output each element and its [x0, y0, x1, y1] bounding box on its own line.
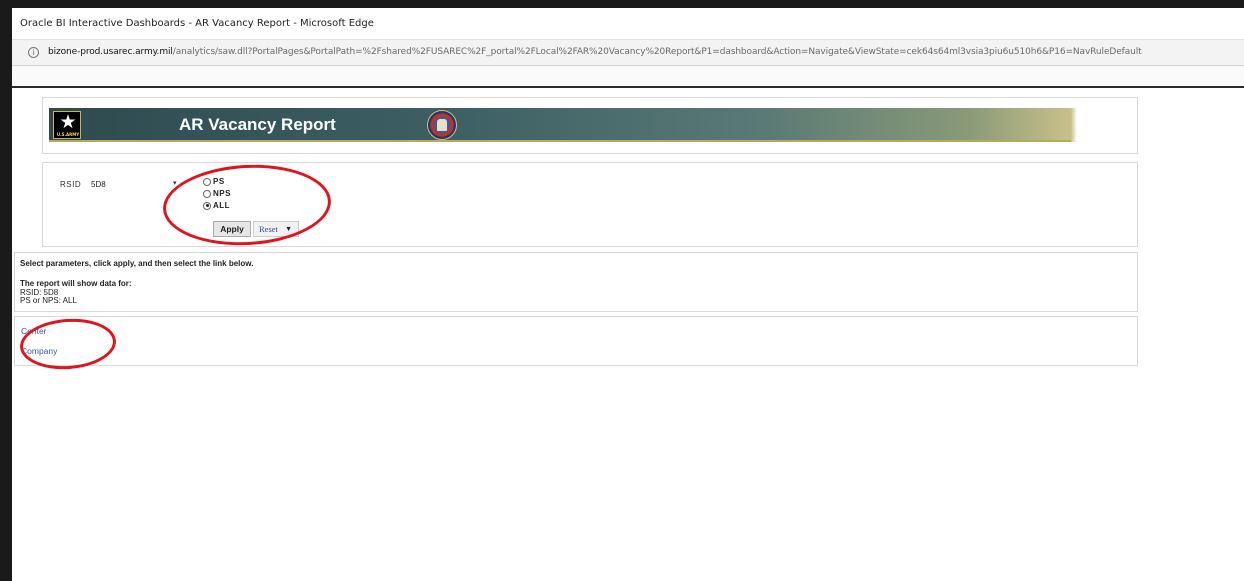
info-text-panel: Select parameters, click apply, and then…: [14, 252, 1138, 312]
site-info-icon[interactable]: i: [28, 47, 39, 58]
address-bar[interactable]: i bizone-prod.usarec.army.mil/analytics/…: [12, 40, 1244, 66]
report-title: AR Vacancy Report: [179, 115, 336, 134]
banner-panel: ★ U.S.ARMY AR Vacancy Report: [42, 97, 1138, 154]
report-banner: ★ U.S.ARMY AR Vacancy Report: [49, 108, 1077, 142]
seal-bell: [437, 119, 447, 131]
frame-top-border: [0, 0, 1244, 8]
star-icon: ★: [59, 111, 77, 133]
url-host: bizone-prod.usarec.army.mil: [48, 47, 173, 57]
frame-left-border: [0, 0, 12, 581]
screenshot-frame: Oracle BI Interactive Dashboards - AR Va…: [0, 0, 1244, 581]
url-path: /analytics/saw.dll?PortalPages&PortalPat…: [172, 47, 1142, 57]
usarec-seal-icon: [427, 110, 457, 140]
window-title: Oracle BI Interactive Dashboards - AR Va…: [20, 18, 374, 29]
army-logo: ★ U.S.ARMY: [53, 111, 81, 139]
dashboard-page: ★ U.S.ARMY AR Vacancy Report RSID 5D8 ▾ …: [12, 88, 1244, 581]
window-titlebar: Oracle BI Interactive Dashboards - AR Va…: [12, 8, 1244, 40]
rsid-label: RSID: [60, 180, 82, 189]
url-field[interactable]: bizone-prod.usarec.army.mil/analytics/sa…: [48, 47, 1238, 57]
ps-summary: PS or NPS: ALL: [20, 296, 77, 305]
instructions-text: Select parameters, click apply, and then…: [20, 259, 254, 268]
army-logo-text: U.S.ARMY: [56, 132, 80, 137]
links-panel: Center Company: [14, 316, 1138, 366]
show-for-text: The report will show data for:: [20, 279, 132, 288]
rsid-select[interactable]: 5D8: [86, 176, 176, 192]
